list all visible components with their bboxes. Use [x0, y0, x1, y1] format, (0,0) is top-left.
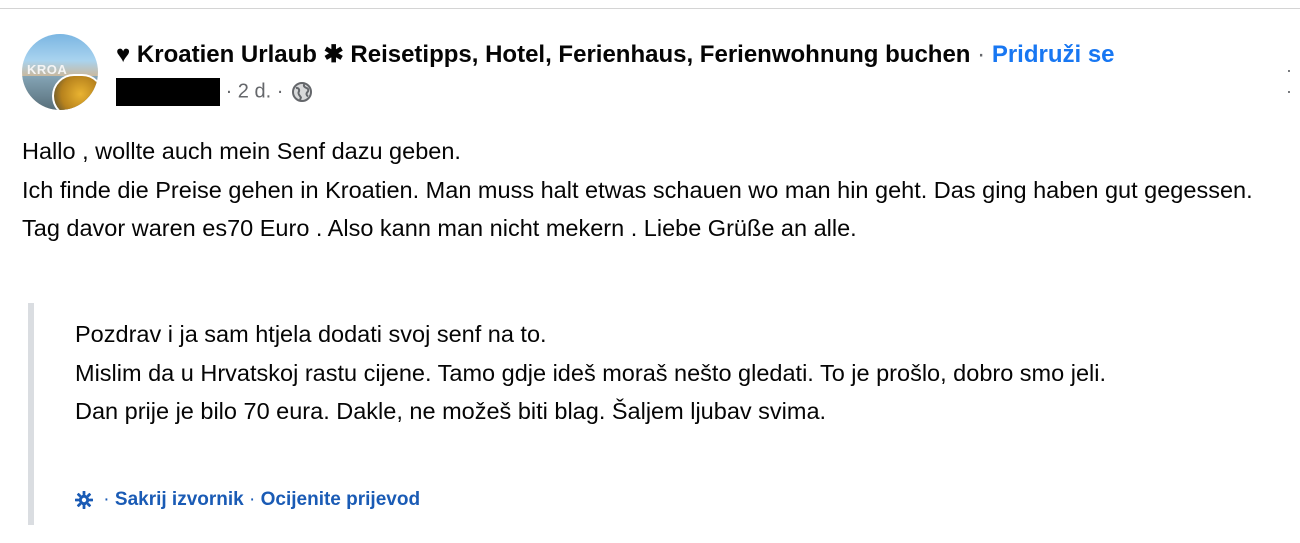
translated-text: Pozdrav i ja sam htjela dodati svoj senf… — [75, 315, 1300, 431]
action-separator: · — [249, 489, 256, 510]
post-header: KROA ♥ Kroatien Urlaub ✱ Reisetipps, Hot… — [22, 34, 1292, 114]
redacted-author-name — [116, 78, 220, 106]
translation-block: Pozdrav i ja sam htjela dodati svoj senf… — [28, 303, 1296, 525]
translation-line: Pozdrav i ja sam htjela dodati svoj senf… — [75, 321, 547, 347]
more-options-icon[interactable]: · · — [1286, 60, 1292, 102]
gear-icon — [75, 490, 93, 509]
rate-translation-link[interactable]: Ocijenite prijevod — [261, 489, 420, 510]
translation-line: Mislim da u Hrvatskoj rastu cijene. Tamo… — [75, 359, 1106, 386]
top-divider — [0, 8, 1300, 9]
hide-original-link[interactable]: Sakrij izvornik — [115, 489, 244, 510]
post-line: Tag davor waren es70 Euro . Also kann ma… — [22, 215, 857, 241]
group-avatar[interactable]: KROA — [22, 34, 98, 110]
profile-photo — [52, 74, 98, 110]
post-text: Hallo , wollte auch mein Senf dazu geben… — [22, 132, 1292, 248]
post-timestamp[interactable]: · 2 d. · — [226, 81, 284, 103]
post-meta: · 2 d. · — [116, 78, 313, 108]
translation-actions: · Sakrij izvornik · Ocijenite prijevod — [74, 489, 420, 511]
post-line: Ich finde die Preise gehen in Kroatien. … — [22, 176, 1253, 203]
avatar-text: KROA — [27, 62, 68, 77]
title-separator: · — [977, 41, 986, 68]
action-separator: · — [103, 489, 110, 510]
translation-line: Dan prije je bilo 70 eura. Dakle, ne mož… — [75, 398, 827, 424]
group-name-link[interactable]: ♥ Kroatien Urlaub ✱ Reisetipps, Hotel, F… — [116, 41, 970, 68]
join-button[interactable]: Pridruži se — [992, 41, 1115, 68]
globe-icon — [291, 81, 312, 103]
group-title-line: ♥ Kroatien Urlaub ✱ Reisetipps, Hotel, F… — [116, 40, 1115, 69]
post-line: Hallo , wollte auch mein Senf dazu geben… — [22, 138, 461, 164]
